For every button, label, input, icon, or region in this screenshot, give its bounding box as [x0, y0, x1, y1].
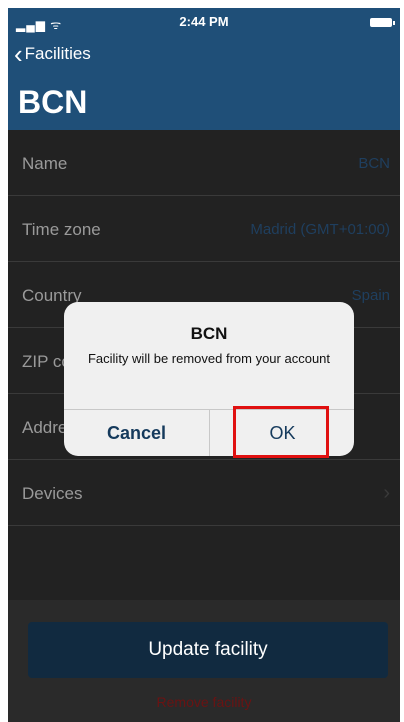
row-value: Spain [351, 287, 390, 304]
back-label: Facilities [24, 44, 91, 63]
back-button[interactable]: ‹ Facilities [14, 39, 91, 69]
row-time-zone[interactable]: Time zone Madrid (GMT+01:00) [8, 196, 400, 262]
update-facility-button[interactable]: Update facility [28, 622, 388, 678]
row-value: BCN [358, 155, 390, 172]
battery-icon [370, 18, 395, 27]
ok-highlight-box [233, 406, 329, 458]
alert-message: Facility will be removed from your accou… [87, 351, 331, 366]
status-time: 2:44 PM [179, 14, 229, 29]
cancel-button[interactable]: Cancel [64, 410, 209, 456]
row-label: Time zone [22, 220, 101, 239]
alert-title: BCN [190, 324, 228, 343]
row-value: Madrid (GMT+01:00) [250, 221, 390, 238]
row-label: Devices [22, 484, 83, 503]
footer: Update facility Remove facility [8, 600, 400, 722]
facility-screen: ▂▄▆ ᯤ 2:44 PM ‹ Facilities BCN Name BCN … [0, 0, 404, 722]
chevron-right-icon: › [383, 482, 390, 504]
nav-header: ▂▄▆ ᯤ 2:44 PM ‹ Facilities BCN [8, 8, 400, 130]
chevron-left-icon: ‹ [14, 39, 23, 69]
remove-facility-button[interactable]: Remove facility [8, 694, 400, 710]
page-title: BCN [18, 84, 88, 120]
row-name[interactable]: Name BCN [8, 130, 400, 196]
row-devices[interactable]: Devices › [8, 460, 400, 526]
row-label: Name [22, 154, 68, 173]
status-bar: ▂▄▆ ᯤ 2:44 PM [8, 8, 400, 38]
